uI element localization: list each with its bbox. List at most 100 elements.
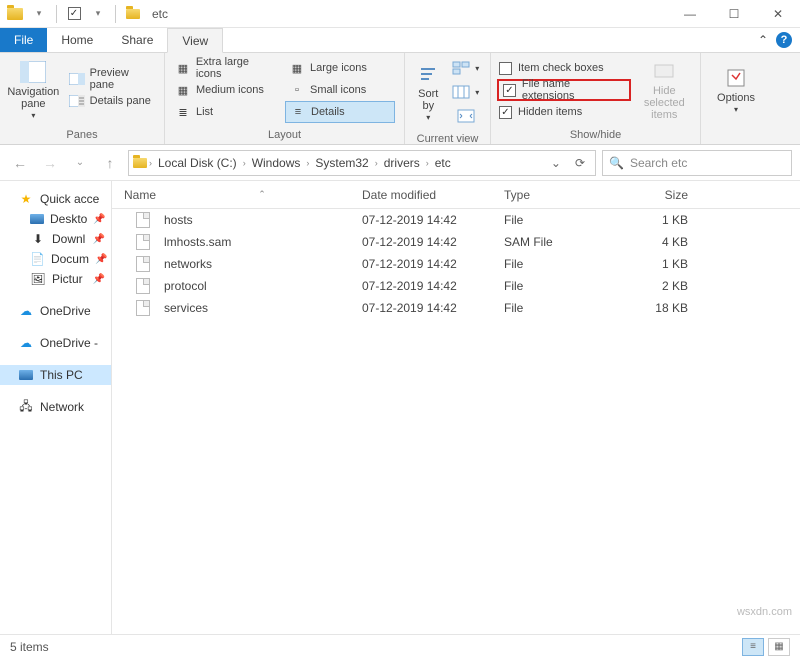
view-details-toggle[interactable]: ≡ — [742, 638, 764, 656]
col-header-name[interactable]: Name⌃ — [112, 188, 362, 202]
minimize-button[interactable]: — — [668, 0, 712, 28]
add-columns-button[interactable]: ▾ — [448, 81, 484, 103]
options-button[interactable]: Options ▾ — [708, 57, 764, 123]
maximize-button[interactable]: ☐ — [712, 0, 756, 28]
view-thumbnails-toggle[interactable]: ▦ — [768, 638, 790, 656]
cloud-icon: ☁ — [18, 304, 34, 318]
details-pane-button[interactable]: Details pane — [65, 90, 158, 112]
download-icon: ⬇ — [30, 232, 46, 246]
hide-selected-button: Hide selected items — [635, 57, 694, 123]
file-row[interactable]: protocol07-12-2019 14:42File2 KB — [112, 275, 800, 297]
file-name: services — [164, 301, 208, 315]
chevron-right-icon: › — [243, 158, 246, 168]
file-row[interactable]: hosts07-12-2019 14:42File1 KB — [112, 209, 800, 231]
qat-dropdown2-icon[interactable]: ▾ — [87, 3, 109, 25]
crumb-4[interactable]: etc — [431, 156, 455, 170]
folder-icon[interactable] — [4, 3, 26, 25]
chevron-right-icon: › — [375, 158, 378, 168]
tab-file[interactable]: File — [0, 28, 47, 52]
forward-button[interactable]: → — [38, 151, 62, 175]
refresh-icon[interactable]: ⟳ — [569, 156, 591, 170]
col-header-type[interactable]: Type — [504, 188, 616, 202]
close-button[interactable]: ✕ — [756, 0, 800, 28]
up-button[interactable]: ↑ — [98, 151, 122, 175]
crumb-0[interactable]: Local Disk (C:) — [154, 156, 241, 170]
tab-home[interactable]: Home — [47, 28, 107, 52]
nav-onedrive2[interactable]: ☁OneDrive - — [0, 333, 111, 353]
file-row[interactable]: services07-12-2019 14:42File18 KB — [112, 297, 800, 319]
layout-small[interactable]: ▫ Small icons — [285, 79, 395, 101]
crumb-3[interactable]: drivers — [380, 156, 424, 170]
collapse-ribbon-icon[interactable]: ⌃ — [758, 33, 768, 47]
nav-pane-button[interactable]: Navigation pane ▾ — [6, 57, 61, 123]
file-name: protocol — [164, 279, 207, 293]
nav-documents[interactable]: 📄Docum📌 — [0, 249, 111, 269]
properties-icon[interactable]: ✓ — [63, 3, 85, 25]
options-label: Options — [717, 92, 755, 104]
cloud-icon: ☁ — [18, 336, 34, 350]
nav-label: Pictur — [52, 272, 83, 286]
hidden-items-toggle[interactable]: ✓ Hidden items — [497, 101, 631, 123]
nav-onedrive[interactable]: ☁OneDrive — [0, 301, 111, 321]
group-options-label — [701, 127, 771, 144]
file-icon — [136, 278, 150, 294]
nav-this-pc[interactable]: This PC — [0, 365, 111, 385]
tab-view[interactable]: View — [167, 28, 223, 53]
options-icon — [722, 66, 750, 90]
file-row[interactable]: networks07-12-2019 14:42File1 KB — [112, 253, 800, 275]
explorer-body: ★Quick acce Deskto📌 ⬇Downl📌 📄Docum📌 🖼Pic… — [0, 181, 800, 634]
item-check-boxes-toggle[interactable]: Item check boxes — [497, 57, 631, 79]
column-headers: Name⌃ Date modified Type Size — [112, 181, 800, 209]
col-header-size[interactable]: Size — [616, 188, 716, 202]
layout-list[interactable]: ≣ List — [171, 101, 281, 123]
layout-details[interactable]: ≡Details — [285, 101, 395, 123]
file-name: hosts — [164, 213, 193, 227]
nav-desktop[interactable]: Deskto📌 — [0, 209, 111, 229]
details-pane-icon — [69, 94, 85, 108]
file-type: File — [504, 301, 616, 315]
layout-list-label: List — [196, 106, 213, 118]
crumb-2[interactable]: System32 — [311, 156, 372, 170]
navigation-pane[interactable]: ★Quick acce Deskto📌 ⬇Downl📌 📄Docum📌 🖼Pic… — [0, 181, 112, 634]
layout-extra-large[interactable]: ▦Extra large icons — [171, 57, 281, 79]
recent-dropdown[interactable]: ⌄ — [68, 151, 92, 175]
size-columns-button[interactable] — [448, 105, 484, 127]
crumb-1[interactable]: Windows — [248, 156, 305, 170]
list-icon: ≣ — [175, 105, 191, 119]
group-by-button[interactable]: ▾ — [448, 57, 484, 79]
ribbon-right: ⌃ ? — [750, 28, 800, 52]
file-type: SAM File — [504, 235, 616, 249]
preview-pane-button[interactable]: Preview pane — [65, 68, 158, 90]
nav-downloads[interactable]: ⬇Downl📌 — [0, 229, 111, 249]
file-date: 07-12-2019 14:42 — [362, 257, 504, 271]
search-input[interactable]: 🔍 Search etc — [602, 150, 792, 176]
preview-pane-label: Preview pane — [90, 67, 154, 91]
pin-icon: 📌 — [95, 254, 107, 265]
status-bar: 5 items ≡ ▦ — [0, 634, 800, 658]
qat-dropdown-icon[interactable]: ▾ — [28, 3, 50, 25]
history-dropdown-icon[interactable]: ⌄ — [545, 156, 567, 170]
breadcrumb-bar[interactable]: › Local Disk (C:) › Windows › System32 ›… — [128, 150, 596, 176]
group-current-view-label: Current view — [405, 131, 490, 148]
details-icon: ≡ — [290, 105, 306, 119]
nav-quick-access[interactable]: ★Quick acce — [0, 189, 111, 209]
sort-asc-icon: ⌃ — [258, 189, 266, 200]
desktop-icon — [30, 212, 44, 226]
file-list[interactable]: Name⌃ Date modified Type Size hosts07-12… — [112, 181, 800, 634]
back-button[interactable]: ← — [8, 151, 32, 175]
layout-large[interactable]: ▦Large icons — [285, 57, 395, 79]
layout-small-label: Small icons — [310, 84, 366, 96]
small-icons-icon: ▫ — [289, 83, 305, 97]
col-header-date[interactable]: Date modified — [362, 188, 504, 202]
details-pane-label: Details pane — [90, 95, 151, 107]
nav-label: Docum — [51, 252, 89, 266]
file-extensions-toggle[interactable]: ✓ File name extensions — [497, 79, 631, 101]
file-row[interactable]: lmhosts.sam07-12-2019 14:42SAM File4 KB — [112, 231, 800, 253]
help-icon[interactable]: ? — [776, 32, 792, 48]
tab-share[interactable]: Share — [107, 28, 167, 52]
group-options: Options ▾ — [701, 53, 771, 144]
nav-network[interactable]: 🖧Network — [0, 397, 111, 417]
sort-by-button[interactable]: Sort by ▾ — [411, 57, 446, 127]
layout-medium[interactable]: ▦Medium icons — [171, 79, 281, 101]
nav-pictures[interactable]: 🖼Pictur📌 — [0, 269, 111, 289]
